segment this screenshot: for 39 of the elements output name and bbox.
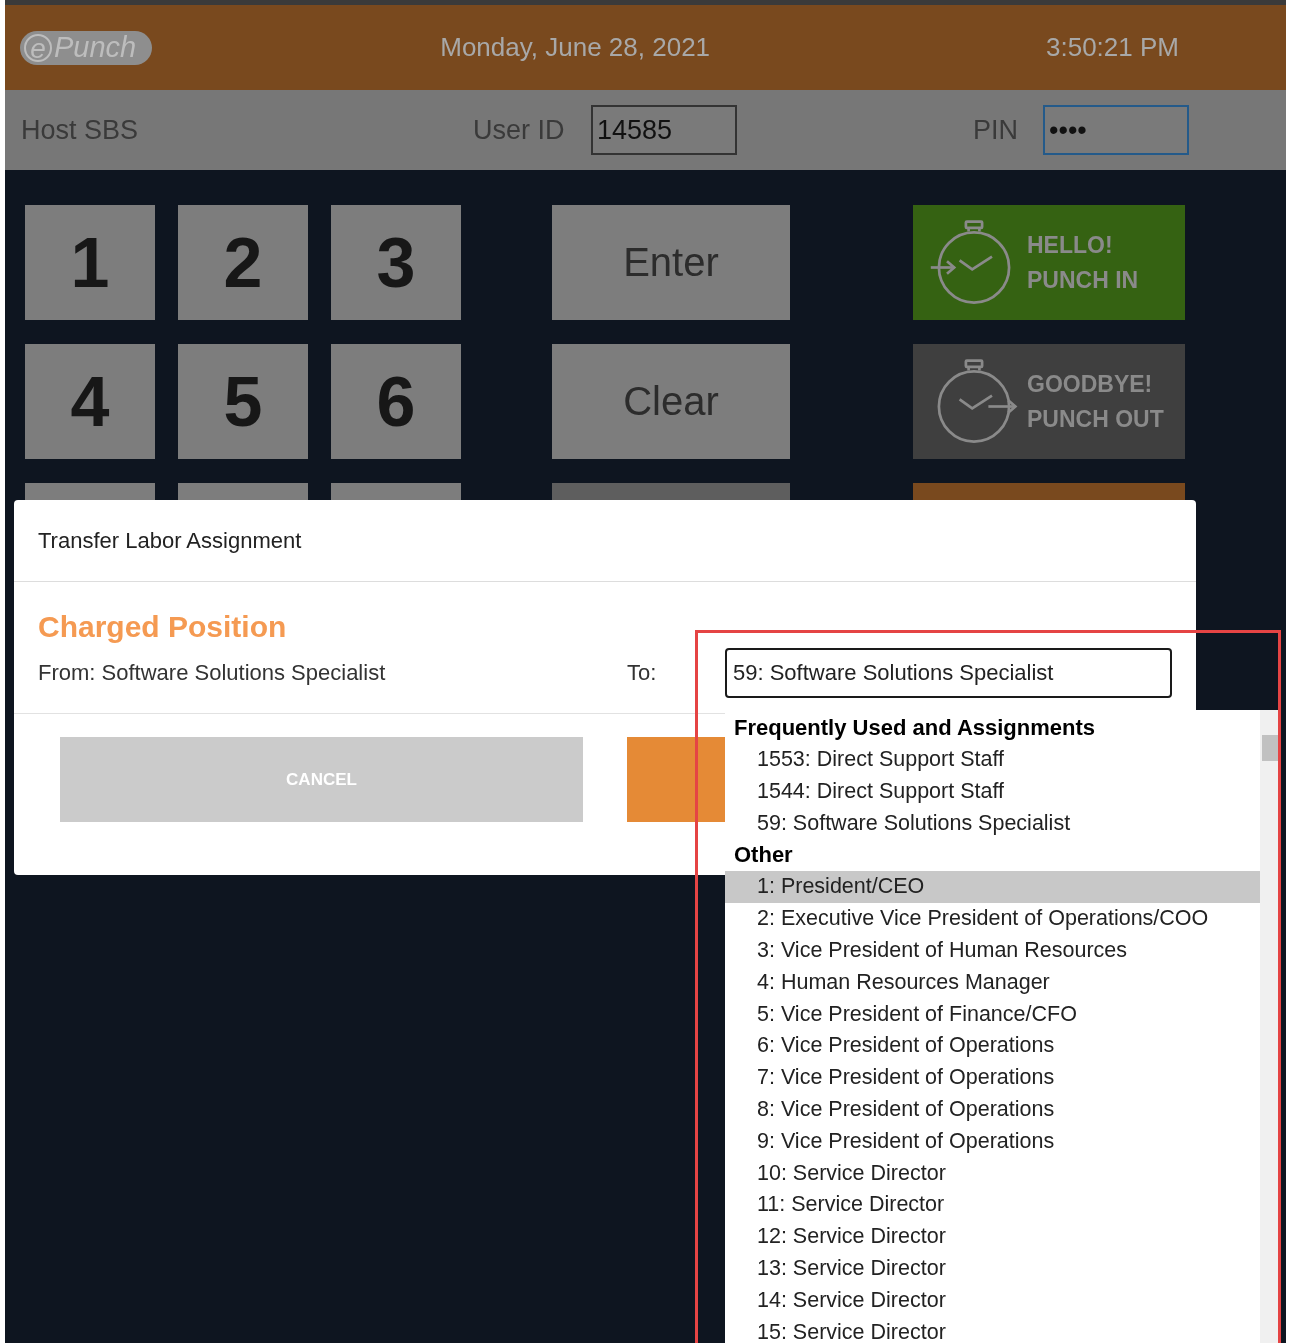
dropdown-option[interactable]: 1: President/CEO [725,871,1260,904]
dropdown-option[interactable]: 5: Vice President of Finance/CFO [725,998,1260,1031]
digit-key[interactable]: 6 [331,344,461,459]
from-text: From: Software Solutions Specialist [38,660,387,686]
dropdown-option[interactable]: 59: Software Solutions Specialist [725,807,1260,840]
group-header: Other [733,841,794,870]
dropdown-option[interactable]: 3: Vice President of Human Resources [725,935,1260,967]
dropdown-option[interactable]: 2: Executive Vice President of Operations/COO [725,903,1260,935]
digit-key[interactable]: 1 [25,205,155,320]
digit-key[interactable]: 2 [178,205,308,320]
clock-time: 3:50:21 PM [1046,32,1179,63]
dropdown-option[interactable]: 13: Service Director [725,1252,1260,1285]
dropdown-option[interactable]: 7: Vice President of Operations [725,1062,1260,1094]
dropdown-option[interactable]: 8: Vice President of Operations [725,1093,1260,1126]
dialog-title: Transfer Labor Assignment [38,527,302,554]
dropdown-option[interactable]: 9: Vice President of Operations [725,1125,1260,1158]
user-id-field[interactable]: 14585 [591,105,737,155]
digit-key[interactable]: 3 [331,205,461,320]
section-title: Charged Position [38,610,288,644]
date-text: Monday, June 28, 2021 [440,32,711,63]
user-id-label: User ID [473,114,566,146]
host-label: Host SBS [21,114,140,146]
dropdown-option[interactable]: 10: Service Director [725,1157,1260,1190]
dropdown-option[interactable]: 4: Human Resources Manager [725,966,1260,999]
dropdown-option[interactable]: 11: Service Director [725,1189,1260,1222]
dropdown-option[interactable]: 6: Vice President of Operations [725,1030,1260,1063]
position-select[interactable]: 59: Software Solutions Specialist [725,648,1172,698]
dropdown-option[interactable]: 15: Service Director [725,1316,1260,1343]
dropdown-option[interactable]: 1544: Direct Support Staff [725,775,1260,808]
digit-key[interactable]: 4 [25,344,155,459]
scrollbar[interactable] [1260,710,1280,1343]
to-label: To: [627,660,658,686]
dropdown-option[interactable]: 12: Service Director [725,1221,1260,1253]
digit-key[interactable]: 5 [178,344,308,459]
dropdown-option[interactable]: 1553: Direct Support Staff [725,744,1260,776]
pin-field[interactable]: •••• [1043,105,1189,155]
pin-label: PIN [973,114,1019,146]
dropdown-option[interactable]: 14: Service Director [725,1284,1260,1317]
group-header: Frequently Used and Assignments [733,714,1097,742]
